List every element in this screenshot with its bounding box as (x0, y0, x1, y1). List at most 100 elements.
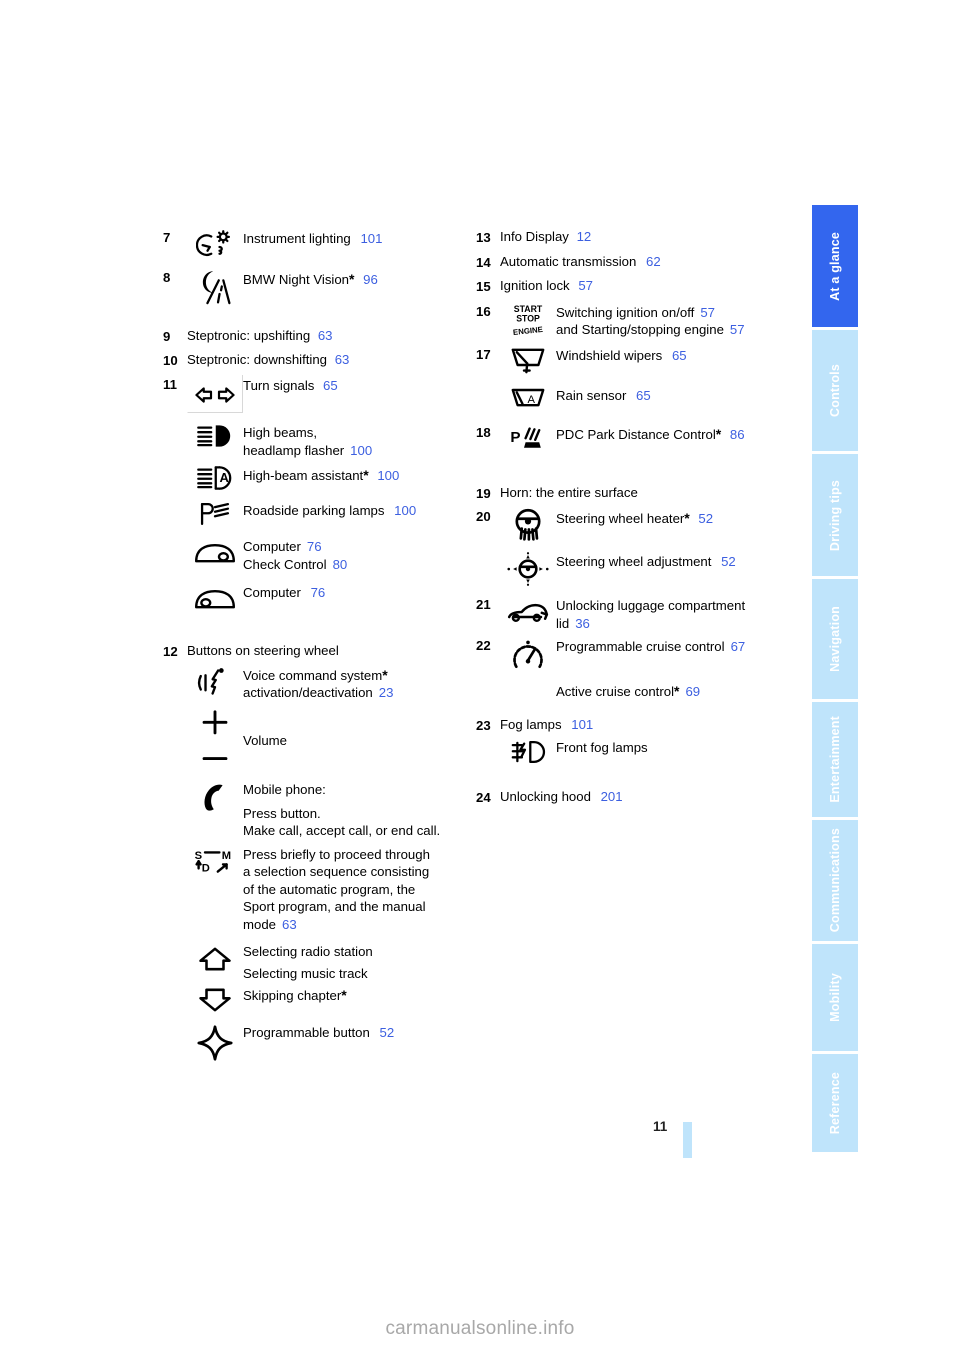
roadside-parking-lamps-icon (187, 500, 243, 527)
item-text: Programmable button 52 (243, 1022, 463, 1042)
page-ref: 52 (379, 1025, 395, 1041)
item-number: 17 (476, 346, 491, 362)
section-tab-rail: At a glance Controls Driving tips Naviga… (812, 205, 858, 1155)
item-label: Steptronic: downshifting (187, 351, 328, 367)
svg-text:S: S (195, 849, 203, 861)
optional-marker: * (715, 425, 722, 442)
page-ref: 12 (576, 229, 592, 244)
item-label-2: Check Control 80 (243, 556, 463, 574)
svg-text:M: M (222, 849, 231, 861)
item-text: PDC Park Distance Control* 86 (556, 423, 796, 444)
tab-driving-tips[interactable]: Driving tips (812, 454, 858, 576)
item-text: Volume (243, 708, 463, 750)
start-text: START (514, 304, 543, 314)
pdc-icon: P (500, 423, 556, 454)
list-item: 18 P PDC Park Distance Control* 86 (476, 423, 796, 454)
tab-navigation[interactable]: Navigation (812, 578, 858, 699)
item-label: High beams, (243, 425, 318, 441)
item-label: Horn: the entire surface (500, 484, 638, 500)
item-label-2: and Starting/stopping engine 57 (556, 321, 796, 339)
item-text: Horn: the entire surface (500, 484, 796, 502)
list-item: 13 Info Display 12 (476, 228, 796, 247)
item-label: Unlocking hood (500, 789, 591, 805)
item-text: Selecting radio station Selecting music … (243, 941, 463, 982)
item-label-2-text: Active cruise control (556, 683, 674, 699)
item-text: Ignition lock 57 (500, 277, 796, 295)
item-label-2: headlamp flasher 100 (243, 442, 463, 460)
item-label: Volume (243, 732, 287, 748)
item-label: Selecting radio station (243, 944, 373, 960)
item-label-text: Switching ignition on/off (556, 304, 695, 320)
tab-label: Driving tips (827, 479, 842, 551)
item-label-2: lid 36 (556, 615, 796, 633)
item-label-4: Sport program, and the manual (243, 899, 426, 915)
item-label: Computer (243, 585, 301, 601)
page-ref: 36 (575, 615, 590, 631)
night-vision-icon (187, 268, 243, 305)
item-number: 13 (476, 230, 491, 245)
page-ref: 62 (646, 253, 661, 269)
item-number: 24 (476, 790, 491, 806)
page-ref: 63 (317, 328, 333, 343)
optional-marker: * (674, 682, 680, 699)
manual-page: At a glance Controls Driving tips Naviga… (0, 0, 960, 1358)
item-text: Press briefly to proceed through a selec… (243, 844, 463, 934)
start-stop-engine-icon: START STOP ENGINE (500, 302, 556, 339)
page-ref: 76 (306, 539, 322, 555)
item-label: Unlocking luggage compartment (556, 598, 746, 614)
item-label: High-beam assistant (243, 468, 364, 484)
mobile-phone-icon (187, 779, 243, 814)
list-item: 14 Automatic transmission 62 (476, 253, 796, 272)
list-item: 24 Unlocking hood 201 (476, 788, 796, 807)
item-label-2: Selecting music track (243, 965, 368, 981)
tab-entertainment[interactable]: Entertainment (812, 702, 858, 818)
voice-command-icon (187, 664, 243, 699)
tab-communications[interactable]: Communications (812, 820, 858, 941)
page-ref: 96 (363, 272, 378, 287)
item-label: Windshield wipers (556, 347, 663, 363)
page-ref: 63 (334, 351, 350, 367)
page-ref: 69 (685, 683, 701, 699)
high-beams-icon (187, 422, 243, 449)
item-text: Instrument lighting 101 (243, 228, 463, 248)
tab-at-a-glance[interactable]: At a glance (812, 205, 858, 328)
optional-marker: * (341, 987, 347, 1004)
item-text: Automatic transmission 62 (500, 253, 796, 271)
list-item: 22 Programmable cruise control 67 Active… (476, 636, 796, 700)
high-beam-assistant-icon: A (187, 464, 243, 491)
item-label: Switching ignition on/off 57 (556, 304, 796, 322)
tab-label: Mobility (827, 973, 842, 1022)
item-label: PDC Park Distance Control (556, 426, 716, 442)
item-label-3: Make call, accept call, or end call. (243, 823, 441, 839)
item-text: BMW Night Vision* 96 (243, 268, 463, 289)
item-label: Roadside parking lamps (243, 503, 385, 519)
item-number: 8 (163, 270, 171, 285)
cruise-control-icon (500, 636, 556, 673)
item-label: Rain sensor (556, 387, 627, 403)
item-label: Automatic transmission (500, 253, 637, 269)
item-text: Skipping chapter* (243, 984, 463, 1005)
tab-label: Navigation (827, 605, 842, 672)
arrow-down-icon (187, 984, 243, 1013)
item-text: Rain sensor 65 (556, 385, 796, 405)
item-text: High beams, headlamp flasher 100 (243, 422, 463, 459)
tab-mobility[interactable]: Mobility (812, 943, 858, 1052)
optional-marker: * (363, 467, 369, 484)
item-text: Steering wheel adjustment 52 (556, 551, 796, 571)
arrow-up-icon (187, 941, 243, 972)
item-number: 14 (476, 254, 491, 270)
item-label: BMW Night Vision (243, 272, 350, 287)
list-item: 9 Steptronic: upshifting 63 (163, 327, 463, 346)
item-number: 22 (476, 638, 491, 654)
instrument-lighting-icon (187, 228, 243, 259)
page-ref: 100 (377, 468, 400, 484)
item-number: 23 (476, 717, 491, 733)
tab-controls[interactable]: Controls (812, 330, 858, 452)
item-text: Steptronic: downshifting 63 (187, 351, 463, 369)
tab-reference[interactable]: Reference (812, 1054, 858, 1152)
list-item: 16 START STOP ENGINE Switching ignition … (476, 302, 796, 339)
item-text: Unlocking hood 201 (500, 788, 796, 806)
windshield-wipers-icon (500, 345, 556, 376)
item-label-2-text: activation/deactivation (243, 685, 373, 701)
page-ref: 63 (282, 916, 297, 932)
